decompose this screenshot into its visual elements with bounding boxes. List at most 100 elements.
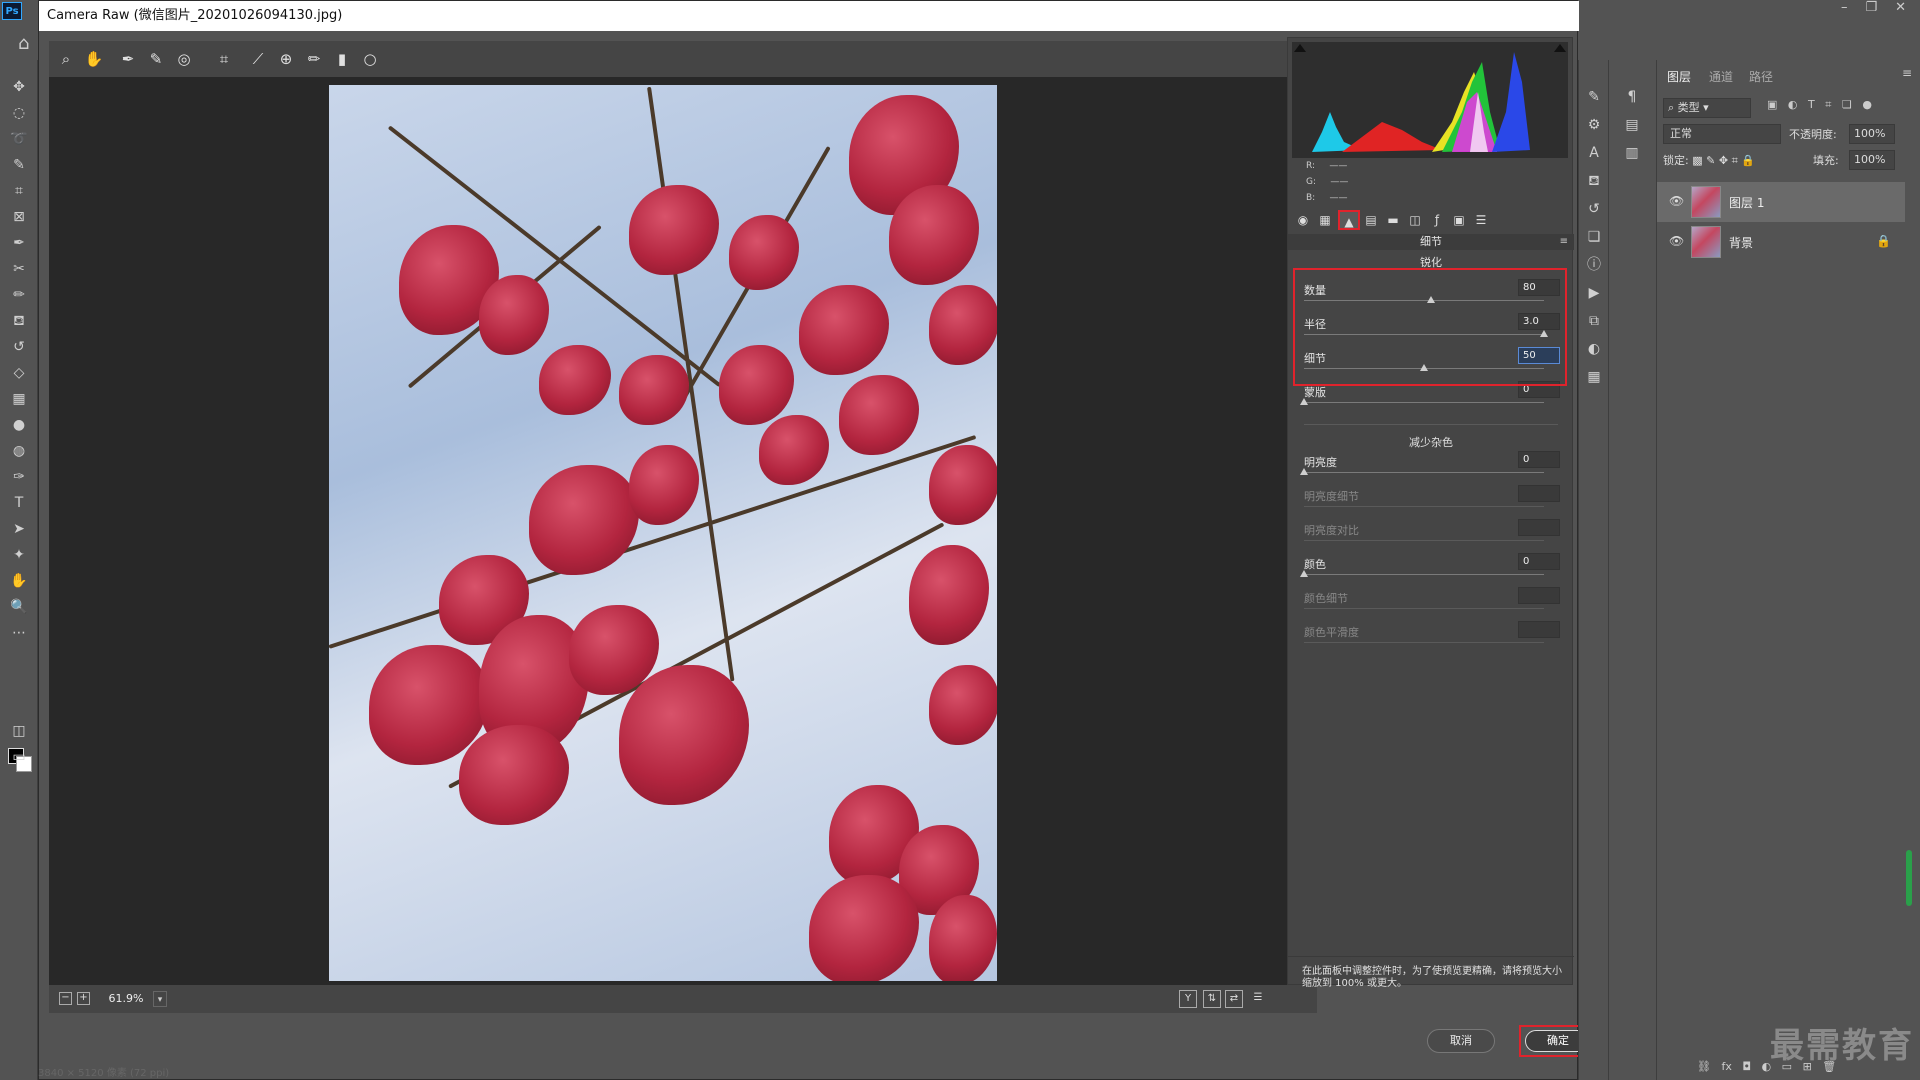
history-brush-icon[interactable]: ↺ bbox=[8, 336, 30, 358]
properties-icon[interactable]: ⚙ bbox=[1583, 114, 1605, 136]
swap-before-after-icon[interactable]: ⇅ bbox=[1203, 990, 1221, 1008]
tab-channels[interactable]: 通道 bbox=[1709, 66, 1733, 88]
luminance-thumb[interactable] bbox=[1300, 468, 1308, 475]
tab-hsl-icon[interactable]: ▤ bbox=[1362, 210, 1380, 230]
pixel-filter-icon[interactable]: ▣ bbox=[1767, 98, 1777, 111]
minimize-icon[interactable]: – bbox=[1841, 0, 1848, 18]
masking-slider[interactable]: 蒙版 0 bbox=[1300, 381, 1560, 418]
fill-input[interactable]: 100% bbox=[1849, 150, 1895, 170]
type-tool-icon[interactable]: T bbox=[8, 492, 30, 514]
tab-basic-icon[interactable]: ◉ bbox=[1294, 210, 1312, 230]
layer-row[interactable]: 👁 背景 🔒 bbox=[1657, 222, 1905, 262]
tab-presets-icon[interactable]: ☰ bbox=[1472, 210, 1490, 230]
color-value[interactable]: 0 bbox=[1518, 553, 1560, 570]
scroll-indicator[interactable] bbox=[1906, 850, 1912, 906]
panel-menu-icon[interactable]: ≡ bbox=[1560, 234, 1568, 250]
blur-tool-icon[interactable]: ● bbox=[8, 414, 30, 436]
home-icon[interactable]: ⌂ bbox=[18, 33, 38, 54]
add-mask-icon[interactable]: ◘ bbox=[1742, 1060, 1751, 1073]
path-select-icon[interactable]: ➤ bbox=[8, 518, 30, 540]
cancel-button[interactable]: 取消 bbox=[1427, 1029, 1495, 1053]
healing-tool-icon[interactable]: ✂ bbox=[8, 258, 30, 280]
targeted-adjust-icon[interactable]: ◎ bbox=[173, 48, 195, 70]
white-balance-icon[interactable]: ✒ bbox=[117, 48, 139, 70]
brush-tool-icon[interactable]: ✏ bbox=[8, 284, 30, 306]
notes-icon[interactable]: ▥ bbox=[1621, 142, 1643, 164]
tab-layers[interactable]: 图层 bbox=[1667, 66, 1691, 88]
layer-row[interactable]: 👁 图层 1 bbox=[1657, 182, 1905, 222]
brush-settings-icon[interactable]: ✎ bbox=[1583, 86, 1605, 108]
lock-artboard-icon[interactable]: ⌗ bbox=[1732, 154, 1738, 167]
frame-tool-icon[interactable]: ⊠ bbox=[8, 206, 30, 228]
tab-split-toning-icon[interactable]: ▬ bbox=[1384, 210, 1402, 230]
color-sampler-icon[interactable]: ✎ bbox=[145, 48, 167, 70]
clone-source-icon[interactable]: ⛾ bbox=[1583, 170, 1605, 192]
smart-object-filter-icon[interactable]: ❏ bbox=[1842, 98, 1852, 111]
opacity-input[interactable]: 100% bbox=[1849, 124, 1895, 144]
radial-filter-icon[interactable]: ○ bbox=[359, 48, 381, 70]
move-tool-icon[interactable]: ✥ bbox=[8, 76, 30, 98]
layer-style-icon[interactable]: fx bbox=[1721, 1060, 1731, 1073]
lock-transparent-icon[interactable]: ▩ bbox=[1692, 154, 1702, 167]
color-thumb[interactable] bbox=[1300, 570, 1308, 577]
before-after-view-button[interactable]: Y bbox=[1179, 990, 1197, 1008]
tab-lens-icon[interactable]: ◫ bbox=[1406, 210, 1424, 230]
type-filter-icon[interactable]: T bbox=[1808, 98, 1815, 111]
close-icon[interactable]: ✕ bbox=[1895, 0, 1906, 18]
actions-icon[interactable]: ▶ bbox=[1583, 282, 1605, 304]
layer-filter-select[interactable]: ⌕ 类型 ▾ bbox=[1663, 98, 1751, 118]
shape-filter-icon[interactable]: ⌗ bbox=[1825, 98, 1831, 111]
crop-tool-icon[interactable]: ⌗ bbox=[8, 180, 30, 202]
straighten-icon[interactable]: ⟋ bbox=[247, 48, 269, 70]
tab-detail-icon[interactable]: ▲ bbox=[1338, 210, 1360, 230]
graduated-filter-icon[interactable]: ▮ bbox=[331, 48, 353, 70]
tab-paths[interactable]: 路径 bbox=[1749, 66, 1773, 88]
adjustments-icon[interactable]: ▤ bbox=[1621, 114, 1643, 136]
table-icon[interactable]: ▦ bbox=[1583, 366, 1605, 388]
tab-effects-icon[interactable]: ƒ bbox=[1428, 210, 1446, 230]
tab-calibration-icon[interactable]: ▣ bbox=[1450, 210, 1468, 230]
eyedropper-tool-icon[interactable]: ✒ bbox=[8, 232, 30, 254]
luminance-track[interactable] bbox=[1304, 472, 1544, 473]
lock-pixels-icon[interactable]: ✎ bbox=[1706, 154, 1715, 167]
swatches-icon[interactable]: ⧉ bbox=[1583, 310, 1605, 332]
zoom-tool-icon[interactable]: 🔍 bbox=[8, 596, 30, 618]
copy-settings-icon[interactable]: ⇄ bbox=[1225, 990, 1243, 1008]
character-icon[interactable]: A bbox=[1583, 142, 1605, 164]
zoom-in-button[interactable]: + bbox=[77, 992, 90, 1005]
zoom-out-button[interactable]: − bbox=[59, 992, 72, 1005]
color-icon[interactable]: ◐ bbox=[1583, 338, 1605, 360]
masking-thumb[interactable] bbox=[1300, 398, 1308, 405]
zoom-level[interactable]: 61.9% bbox=[101, 990, 151, 1008]
layers-menu-icon[interactable]: ≡ bbox=[1902, 66, 1912, 80]
image-preview[interactable] bbox=[49, 77, 1317, 985]
quick-select-tool-icon[interactable]: ✎ bbox=[8, 154, 30, 176]
adjustment-filter-icon[interactable]: ◐ bbox=[1788, 98, 1798, 111]
gradient-tool-icon[interactable]: ▦ bbox=[8, 388, 30, 410]
blend-mode-select[interactable]: 正常 bbox=[1663, 124, 1781, 144]
dodge-tool-icon[interactable]: ◍ bbox=[8, 440, 30, 462]
hand-tool-icon[interactable]: ✋ bbox=[8, 570, 30, 592]
lock-position-icon[interactable]: ✥ bbox=[1719, 154, 1728, 167]
info-icon[interactable]: ⓘ bbox=[1583, 254, 1605, 276]
luminance-slider[interactable]: 明亮度 0 bbox=[1300, 451, 1560, 488]
shape-tool-icon[interactable]: ✦ bbox=[8, 544, 30, 566]
hand-icon[interactable]: ✋ bbox=[83, 48, 105, 70]
pen-tool-icon[interactable]: ✑ bbox=[8, 466, 30, 488]
lasso-tool-icon[interactable]: ➰ bbox=[8, 128, 30, 150]
stamp-tool-icon[interactable]: ⛾ bbox=[8, 310, 30, 332]
luminance-value[interactable]: 0 bbox=[1518, 451, 1560, 468]
view-settings-icon[interactable]: ☰ bbox=[1249, 990, 1267, 1008]
screen-mode-icon[interactable]: ▭ bbox=[8, 746, 30, 768]
eraser-tool-icon[interactable]: ◇ bbox=[8, 362, 30, 384]
shadow-clip-warning-icon[interactable] bbox=[1294, 44, 1306, 52]
libraries-icon[interactable]: ❏ bbox=[1583, 226, 1605, 248]
link-layers-icon[interactable]: ⛓ bbox=[1697, 1060, 1711, 1073]
tab-tone-curve-icon[interactable]: ▦ bbox=[1316, 210, 1334, 230]
history-icon[interactable]: ↺ bbox=[1583, 198, 1605, 220]
adjustment-brush-icon[interactable]: ✏ bbox=[303, 48, 325, 70]
spot-removal-icon[interactable]: ⊕ bbox=[275, 48, 297, 70]
eye-icon[interactable]: 👁 bbox=[1669, 194, 1685, 210]
highlight-clip-warning-icon[interactable] bbox=[1554, 44, 1566, 52]
crop-icon[interactable]: ⌗ bbox=[213, 48, 235, 70]
